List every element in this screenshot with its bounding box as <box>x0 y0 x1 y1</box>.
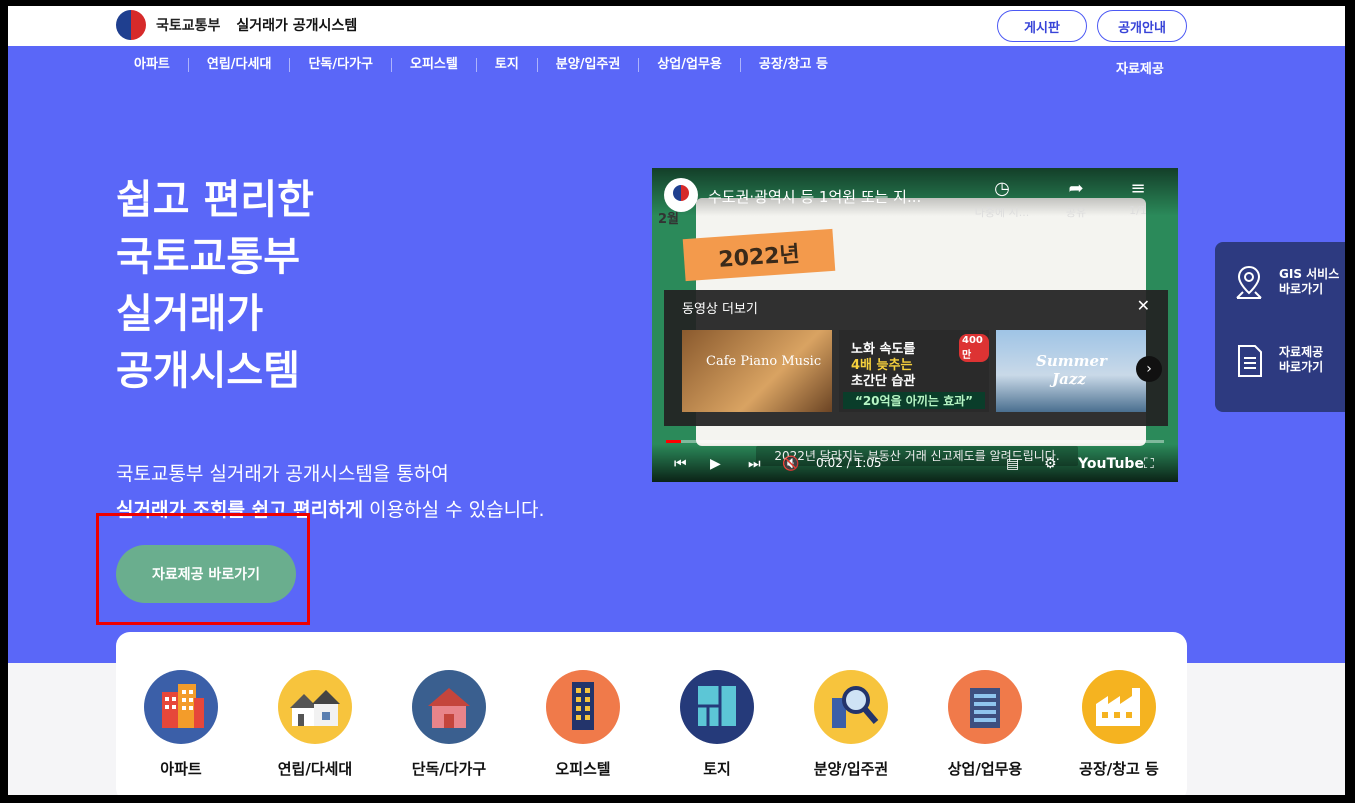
video-thumbnail[interactable]: Summer Jazz <box>996 330 1146 412</box>
main-nav: 아파트 연립/다세대 단독/다가구 오피스텔 토지 분양/입주권 상업/업무용 … <box>124 58 846 72</box>
category-label: 오피스텔 <box>555 760 611 778</box>
share-label: 공유 <box>1065 206 1087 219</box>
category-label: 토지 <box>703 760 731 778</box>
gis-service-link[interactable]: GIS 서비스 바로가기 <box>1233 264 1339 300</box>
category-apartment[interactable]: 아파트 <box>126 670 236 779</box>
nav-item-factory[interactable]: 공장/창고 등 <box>741 58 846 72</box>
fullscreen-icon[interactable]: ⛶ <box>1144 456 1154 472</box>
row-house-icon <box>278 670 352 744</box>
category-land[interactable]: 토지 <box>662 670 772 779</box>
category-label: 분양/입주권 <box>813 760 889 778</box>
page-frame: 국토교통부 실거래가 공개시스템 게시판 공개안내 아파트 연립/다세대 단독/… <box>8 6 1345 795</box>
video-time: 0:02 / 1:05 <box>816 456 882 470</box>
nav-item-data-provision[interactable]: 자료제공 <box>1116 58 1164 77</box>
thumbnail-line: Summer <box>1036 352 1107 370</box>
category-factory[interactable]: 공장/창고 등 <box>1064 670 1174 779</box>
side-item-line: 바로가기 <box>1279 282 1324 296</box>
side-item-line: GIS 서비스 <box>1279 267 1340 281</box>
side-item-label: 자료제공 바로가기 <box>1279 345 1323 375</box>
side-quick-panel: GIS 서비스 바로가기 자료제공 바로가기 <box>1215 242 1345 412</box>
thumbnail-line: Jazz <box>1052 370 1086 388</box>
factory-icon <box>1082 670 1156 744</box>
category-label: 단독/다가구 <box>411 760 487 778</box>
category-presale[interactable]: 분양/입주권 <box>796 670 906 779</box>
side-item-line: 바로가기 <box>1279 360 1324 374</box>
map-pin-icon <box>1236 265 1262 299</box>
subtitles-icon[interactable]: ▤ <box>1006 456 1019 472</box>
system-name: 실거래가 공개시스템 <box>236 18 358 34</box>
youtube-logo[interactable]: YouTube <box>1078 456 1144 472</box>
playlist-count: 1/1 <box>1129 204 1147 217</box>
previous-icon[interactable]: ⏮ <box>674 456 687 472</box>
nav-item-apartment[interactable]: 아파트 <box>124 58 189 72</box>
category-row-house[interactable]: 연립/다세대 <box>260 670 370 779</box>
presale-icon <box>814 670 888 744</box>
commercial-icon <box>948 670 1022 744</box>
chevron-right-icon[interactable]: › <box>1136 356 1162 382</box>
nav-item-land[interactable]: 토지 <box>477 58 538 72</box>
side-item-line: 자료제공 <box>1279 345 1324 359</box>
top-header: 국토교통부 실거래가 공개시스템 게시판 공개안내 <box>8 6 1345 46</box>
hero-title-line: 실거래가 <box>116 291 264 337</box>
mute-icon[interactable]: 🔇 <box>782 456 799 472</box>
thumbnail-quote: “20억을 아끼는 효과” <box>843 392 985 409</box>
category-label: 아파트 <box>160 760 202 778</box>
view-count-badge: 400만 <box>959 334 989 362</box>
category-panel: 아파트 연립/다세대 단독/다가구 오피스텔 토지 분양/입주권 상업/업무용 … <box>116 632 1187 795</box>
video-player[interactable]: 2월 2022년 수도권·광역시 등 1억원 또는 지... ◷ 나중에 시..… <box>652 168 1178 482</box>
hero-title-line: 쉽고 편리한 <box>116 177 314 223</box>
ministry-name: 국토교통부 <box>156 18 221 34</box>
video-thumbnail[interactable]: 노화 속도를 4배 늦추는 초간단 습관 400만 “20억을 아끼는 효과” <box>839 330 989 412</box>
nav-item-commercial[interactable]: 상업/업무용 <box>639 58 741 72</box>
board-button[interactable]: 게시판 <box>997 10 1087 42</box>
ministry-emblem-icon <box>116 10 146 40</box>
thumbnail-line: 초간단 습관 <box>851 374 916 389</box>
more-videos-panel: 동영상 더보기 ✕ Cafe Piano Music 노화 속도를 4배 늦추는… <box>664 290 1168 426</box>
close-icon[interactable]: ✕ <box>1137 296 1150 315</box>
hero-desc-line1: 국토교통부 실거래가 공개시스템을 통하여 <box>116 463 449 485</box>
video-progress-bar[interactable] <box>666 440 1164 443</box>
more-videos-title: 동영상 더보기 <box>682 302 758 317</box>
video-title[interactable]: 수도권·광역시 등 1억원 또는 지... <box>708 186 921 207</box>
video-thumbnail[interactable]: Cafe Piano Music <box>682 330 832 412</box>
next-icon[interactable]: ⏭ <box>748 456 761 472</box>
watch-later-icon[interactable]: ◷ <box>972 178 1032 199</box>
document-icon <box>1238 345 1262 377</box>
hero-section: 아파트 연립/다세대 단독/다가구 오피스텔 토지 분양/입주권 상업/업무용 … <box>8 46 1345 663</box>
settings-gear-icon[interactable]: ⚙ <box>1044 456 1057 472</box>
hero-desc-rest: 이용하실 수 있습니다. <box>363 499 545 521</box>
highlight-box <box>96 513 310 625</box>
hero-title-line: 공개시스템 <box>116 348 300 394</box>
nav-item-row-house[interactable]: 연립/다세대 <box>189 58 291 72</box>
category-officetel[interactable]: 오피스텔 <box>528 670 638 779</box>
video-progress-fill <box>666 440 681 443</box>
nav-item-detached[interactable]: 단독/다가구 <box>290 58 393 72</box>
channel-avatar-icon[interactable] <box>664 178 698 212</box>
playlist-icon[interactable]: ≡ <box>1108 178 1168 199</box>
category-label: 연립/다세대 <box>277 760 353 778</box>
watch-later-label: 나중에 시... <box>974 206 1030 219</box>
nav-item-presale[interactable]: 분양/입주권 <box>538 58 640 72</box>
land-icon <box>680 670 754 744</box>
site-logo[interactable]: 국토교통부 실거래가 공개시스템 <box>116 10 357 40</box>
category-label: 공장/창고 등 <box>1079 760 1159 778</box>
hero-title-line: 국토교통부 <box>116 234 300 280</box>
apartment-icon <box>144 670 218 744</box>
detached-house-icon <box>412 670 486 744</box>
share-icon[interactable]: ➦ <box>1046 178 1106 199</box>
video-caption: 2022년 달라지는 부동산 거래 신고제도를 알려드립니다. <box>756 446 1078 466</box>
side-item-label: GIS 서비스 바로가기 <box>1279 267 1339 297</box>
officetel-icon <box>546 670 620 744</box>
hero-title: 쉽고 편리한 국토교통부 실거래가 공개시스템 <box>116 172 314 400</box>
data-provision-link[interactable]: 자료제공 바로가기 <box>1233 342 1323 378</box>
play-icon[interactable]: ▶ <box>710 456 721 472</box>
nav-item-officetel[interactable]: 오피스텔 <box>392 58 477 72</box>
category-label: 상업/업무용 <box>947 760 1023 778</box>
thumbnail-title: Cafe Piano Music <box>706 354 822 369</box>
category-detached[interactable]: 단독/다가구 <box>394 670 504 779</box>
category-commercial[interactable]: 상업/업무용 <box>930 670 1040 779</box>
disclosure-guide-button[interactable]: 공개안내 <box>1097 10 1187 42</box>
